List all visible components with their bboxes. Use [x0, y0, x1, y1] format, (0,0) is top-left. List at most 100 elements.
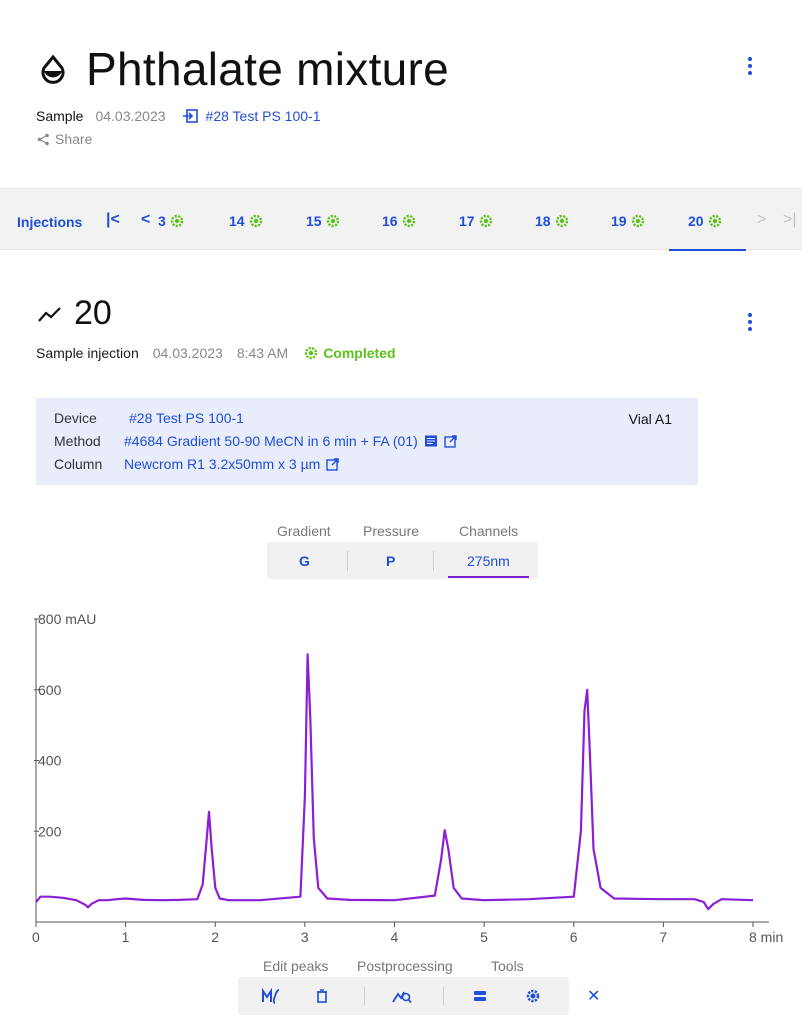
share-button[interactable]: Share — [37, 131, 92, 147]
sample-date: 04.03.2023 — [95, 108, 166, 124]
sample-label: Sample — [36, 108, 84, 124]
injection-tab-3[interactable]: 3 — [158, 213, 184, 229]
x-tick-label: 2 — [211, 929, 219, 945]
x-tick-label: 3 — [301, 929, 309, 945]
gradient-tab-label: Gradient — [277, 523, 331, 539]
injection-number: 15 — [306, 213, 322, 229]
chart-toolbar — [238, 977, 569, 1015]
method-value[interactable]: #4684 Gradient 50-90 MeCN in 6 min + FA … — [124, 433, 457, 449]
manual-integration-icon[interactable] — [261, 987, 281, 1005]
droplet-icon — [38, 54, 68, 84]
channels-tab-label: Channels — [459, 523, 519, 539]
chromatogram-icon — [38, 306, 61, 322]
external-link-icon[interactable] — [326, 457, 340, 471]
y-tick-label: 600 — [38, 682, 62, 698]
run-options-icon[interactable] — [745, 313, 755, 331]
x-tick-label: 8 min — [749, 929, 783, 945]
completed-gear-icon — [631, 214, 645, 228]
sample-meta: Sample 04.03.2023 #28 Test PS 100-1 — [36, 108, 320, 124]
completed-gear-icon — [479, 214, 493, 228]
run-info-box: Device #28 Test PS 100-1 Method #4684 Gr… — [36, 398, 698, 485]
edit-peaks-label: Edit peaks — [263, 958, 329, 974]
status-badge: Completed — [304, 345, 396, 361]
x-tick-label: 5 — [480, 929, 488, 945]
injection-tab-16[interactable]: 16 — [382, 213, 416, 229]
pressure-tab-label: Pressure — [363, 523, 420, 539]
injection-tab-18[interactable]: 18 — [535, 213, 569, 229]
injection-tab-14[interactable]: 14 — [229, 213, 263, 229]
injection-number: 19 — [611, 213, 627, 229]
injection-tab-15[interactable]: 15 — [306, 213, 340, 229]
view-selector: G P 275nm — [267, 542, 538, 579]
completed-gear-icon — [249, 214, 263, 228]
layers-icon[interactable] — [470, 987, 490, 1005]
chromatogram-chart[interactable]: 800 mAU 600 400 200 0 1 2 3 4 5 6 7 8 min — [0, 600, 802, 950]
settings-gear-icon[interactable] — [523, 987, 543, 1005]
injection-number: 16 — [382, 213, 398, 229]
device-link[interactable]: #28 Test PS 100-1 — [206, 108, 321, 124]
divider — [433, 551, 434, 571]
injections-bar: Injections |< < > >| 3 14 15 16 17 18 19 20 — [0, 188, 802, 251]
page-header: Phthalate mixture Sample 04.03.2023 #28 … — [0, 0, 802, 188]
completed-gear-icon — [170, 214, 184, 228]
close-icon[interactable]: ✕ — [587, 986, 600, 1006]
series-line-0 — [35, 653, 754, 911]
x-tick-label: 6 — [570, 929, 578, 945]
run-number: 20 — [74, 294, 112, 332]
column-key: Column — [54, 456, 103, 472]
page-title: Phthalate mixture — [86, 43, 450, 95]
active-channel-indicator — [448, 576, 529, 578]
pressure-button[interactable]: P — [386, 553, 395, 569]
run-time: 8:43 AM — [236, 345, 289, 361]
completed-gear-icon — [326, 214, 340, 228]
injection-tab-17[interactable]: 17 — [459, 213, 493, 229]
peak-search-icon[interactable] — [392, 987, 412, 1005]
vial-label: Vial A1 — [628, 411, 672, 427]
method-link[interactable]: #4684 Gradient 50-90 MeCN in 6 min + FA … — [124, 433, 418, 449]
divider — [443, 987, 444, 1005]
completed-gear-icon — [555, 214, 569, 228]
document-icon[interactable] — [424, 435, 438, 447]
injections-label: Injections — [17, 214, 83, 230]
external-link-icon[interactable] — [444, 434, 457, 448]
y-tick-label: 800 mAU — [38, 611, 96, 627]
injection-tab-20[interactable]: 20 — [688, 213, 722, 229]
gradient-button[interactable]: G — [299, 553, 310, 569]
title-row: Phthalate mixture — [38, 42, 449, 96]
divider — [347, 551, 348, 571]
next-page-icon[interactable]: > — [757, 211, 766, 229]
status-text: Completed — [323, 345, 396, 361]
injection-number: 18 — [535, 213, 551, 229]
more-options-icon[interactable] — [745, 57, 755, 75]
completed-gear-icon — [304, 346, 318, 360]
last-page-icon[interactable]: >| — [783, 211, 797, 229]
run-date: 04.03.2023 — [152, 345, 223, 361]
column-link[interactable]: Newcrom R1 3.2x50mm x 3 µm — [124, 456, 320, 472]
injection-tab-19[interactable]: 19 — [611, 213, 645, 229]
device-key: Device — [54, 410, 97, 426]
delete-icon[interactable] — [312, 987, 332, 1005]
prev-page-icon[interactable]: < — [141, 211, 150, 229]
channel-button[interactable]: 275nm — [467, 553, 510, 569]
device-row: Device #28 Test PS 100-1 — [54, 410, 244, 426]
method-row: Method #4684 Gradient 50-90 MeCN in 6 mi… — [54, 433, 457, 449]
share-icon — [37, 133, 49, 145]
column-row: Column Newcrom R1 3.2x50mm x 3 µm — [54, 456, 340, 472]
completed-gear-icon — [708, 214, 722, 228]
column-value[interactable]: Newcrom R1 3.2x50mm x 3 µm — [124, 456, 340, 472]
y-tick-label: 400 — [38, 753, 62, 769]
injection-number: 14 — [229, 213, 245, 229]
share-label: Share — [55, 131, 93, 147]
injection-number: 20 — [688, 213, 704, 229]
first-page-icon[interactable]: |< — [106, 211, 120, 229]
injection-number: 17 — [459, 213, 475, 229]
active-injection-indicator — [669, 249, 746, 251]
method-key: Method — [54, 433, 101, 449]
injection-number: 3 — [158, 213, 166, 229]
x-tick-label: 7 — [659, 929, 667, 945]
postprocessing-label: Postprocessing — [357, 958, 453, 974]
enter-icon — [182, 109, 198, 123]
run-type: Sample injection — [36, 345, 139, 361]
divider — [364, 987, 365, 1005]
device-value[interactable]: #28 Test PS 100-1 — [129, 410, 244, 426]
